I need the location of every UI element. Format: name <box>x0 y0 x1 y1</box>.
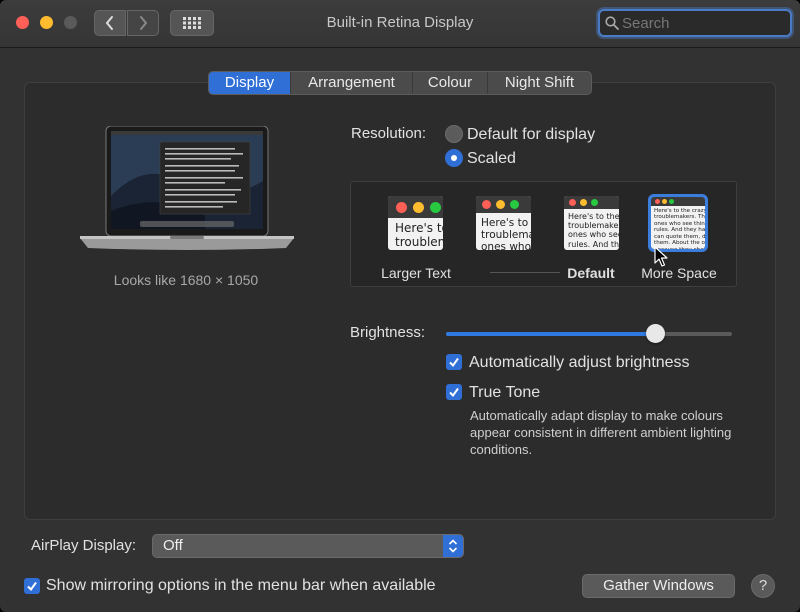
macbook-image <box>80 126 294 250</box>
preferences-window: Built-in Retina Display Display Arrangem… <box>0 0 800 612</box>
chevron-left-icon <box>105 16 113 30</box>
scale-sample-text: Here's to the cr troublemakers. ones who… <box>568 212 619 249</box>
forward-button[interactable] <box>127 10 159 36</box>
default-scale-label: Default <box>567 265 615 281</box>
search-icon <box>605 16 619 30</box>
brightness-slider[interactable] <box>446 324 732 343</box>
tab-colour[interactable]: Colour <box>412 72 487 94</box>
airplay-value: Off <box>163 537 183 554</box>
checkmark-icon <box>27 581 37 592</box>
zoom-button[interactable] <box>64 16 77 29</box>
checkmark-icon <box>449 357 459 368</box>
default-for-display-radio[interactable] <box>445 125 463 143</box>
scale-option-larger-text[interactable]: Here's to troublem <box>388 196 443 250</box>
tab-display[interactable]: Display <box>209 72 290 94</box>
popup-stepper[interactable] <box>443 535 463 557</box>
scale-option-default[interactable]: Here's to the cr troublemakers. ones who… <box>564 196 619 250</box>
scaled-label[interactable]: Scaled <box>467 150 516 168</box>
resolution-label: Resolution: <box>351 125 427 142</box>
true-tone-description: Automatically adapt display to make colo… <box>470 408 732 457</box>
mirroring-checkbox[interactable] <box>24 578 40 594</box>
brightness-fill <box>446 332 655 336</box>
scale-sample-text: Here's to t troublema ones who <box>481 217 531 250</box>
checkmark-icon <box>449 387 459 398</box>
title-bar: Built-in Retina Display <box>0 0 800 48</box>
brightness-knob[interactable] <box>645 324 665 343</box>
grid-icon <box>183 17 201 29</box>
true-tone-label[interactable]: True Tone <box>469 384 540 402</box>
brightness-label: Brightness: <box>350 324 426 341</box>
auto-brightness-label[interactable]: Automatically adjust brightness <box>469 354 690 372</box>
cursor-icon <box>654 246 668 267</box>
show-all-button[interactable] <box>170 10 214 36</box>
airplay-select[interactable]: Off <box>152 534 464 558</box>
chevron-right-icon <box>140 16 148 30</box>
scaled-radio[interactable] <box>445 149 463 167</box>
minimize-button[interactable] <box>40 16 53 29</box>
gather-windows-button[interactable]: Gather Windows <box>582 574 735 598</box>
resolution-summary: Looks like 1680 × 1050 <box>113 272 259 288</box>
tab-arrangement[interactable]: Arrangement <box>290 72 412 94</box>
close-button[interactable] <box>16 16 29 29</box>
more-space-label: More Space <box>641 265 717 281</box>
true-tone-checkbox[interactable] <box>446 384 462 400</box>
auto-brightness-checkbox[interactable] <box>446 354 462 370</box>
larger-text-label: Larger Text <box>381 265 451 281</box>
tab-bar: Display Arrangement Colour Night Shift <box>208 71 592 95</box>
scale-divider <box>490 272 560 273</box>
search-field[interactable] <box>598 9 792 37</box>
airplay-label: AirPlay Display: <box>31 537 137 554</box>
default-for-display-label[interactable]: Default for display <box>467 126 595 144</box>
scale-option-2[interactable]: Here's to t troublema ones who <box>476 196 531 250</box>
search-input[interactable] <box>622 13 782 33</box>
help-button[interactable]: ? <box>751 574 775 598</box>
window-title: Built-in Retina Display <box>326 14 474 31</box>
scale-sample-text: Here's to troublem <box>395 221 443 249</box>
mirroring-label[interactable]: Show mirroring options in the menu bar w… <box>46 577 436 595</box>
back-button[interactable] <box>94 10 126 36</box>
up-down-arrows-icon <box>448 539 458 553</box>
selected-scale-ring <box>648 194 708 252</box>
tab-night-shift[interactable]: Night Shift <box>487 72 591 94</box>
